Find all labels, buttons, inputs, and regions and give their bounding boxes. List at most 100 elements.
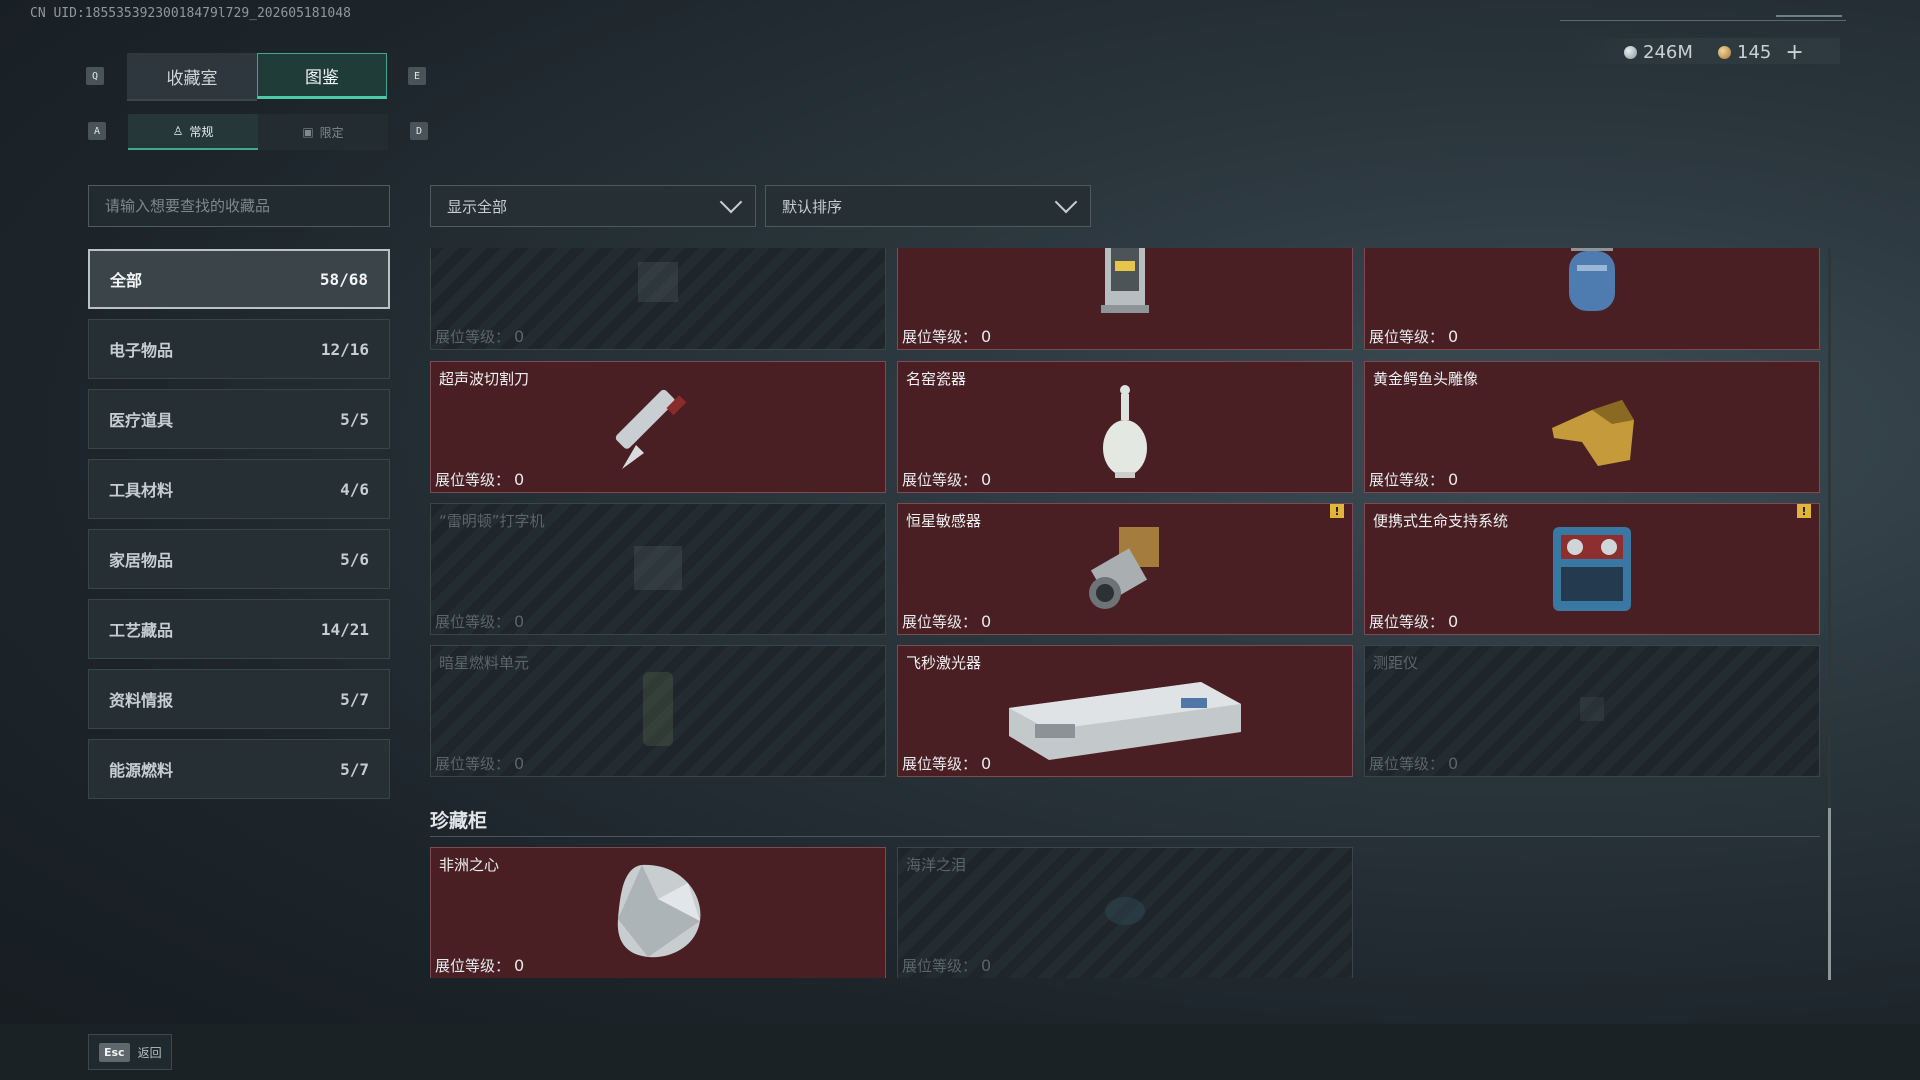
top-indicator xyxy=(1776,15,1842,17)
filter-dropdown[interactable]: 显示全部 xyxy=(430,185,756,227)
limited-icon: ▣ xyxy=(302,125,314,139)
collection-card[interactable]: 恒星敏感器 ! 展位等级： 0 xyxy=(897,503,1353,635)
level-text: 展位等级： 0 xyxy=(1369,326,1458,347)
subtab-limited-label: 限定 xyxy=(319,125,344,140)
subtab-limited[interactable]: ▣ 限定 xyxy=(258,114,388,150)
category-intel[interactable]: 资料情报 5/7 xyxy=(88,669,390,729)
collection-card[interactable]: 名窑瓷器 展位等级： 0 xyxy=(897,361,1353,493)
level-label: 展位等级： xyxy=(902,613,978,631)
item-name: 非洲之心 xyxy=(439,856,500,874)
cutting-knife-icon xyxy=(608,375,708,479)
level-label: 展位等级： xyxy=(435,957,511,975)
category-count: 5/7 xyxy=(340,689,369,709)
level-label: 展位等级： xyxy=(435,755,511,773)
silver-currency: 246M xyxy=(1624,40,1693,64)
subtab-regular[interactable]: ♙ 常规 xyxy=(128,114,258,150)
category-count: 12/16 xyxy=(320,339,369,359)
level-label: 展位等级： xyxy=(1369,328,1445,346)
level-text: 展位等级： 0 xyxy=(902,753,991,774)
typewriter-icon xyxy=(628,532,688,606)
search-input[interactable] xyxy=(103,196,375,216)
chevron-down-icon xyxy=(719,190,743,214)
level-label: 展位等级： xyxy=(1369,755,1445,773)
item-name: “雷明顿”打字机 xyxy=(439,512,545,530)
category-count: 5/7 xyxy=(340,759,369,779)
level-value: 0 xyxy=(981,956,992,975)
item-name: 便携式生命支持系统 xyxy=(1373,512,1509,530)
level-text: 展位等级： 0 xyxy=(902,611,991,632)
gas-canister-icon xyxy=(1557,248,1627,321)
category-count: 4/6 xyxy=(340,479,369,499)
level-value: 0 xyxy=(981,612,992,631)
item-name: 海洋之泪 xyxy=(906,856,967,874)
level-value: 0 xyxy=(981,470,992,489)
silver-amount: 246M xyxy=(1643,41,1693,63)
rangefinder-icon xyxy=(1572,689,1612,733)
section-divider xyxy=(430,836,1820,837)
sort-dropdown[interactable]: 默认排序 xyxy=(765,185,1091,227)
collection-card[interactable]: 非洲之心 展位等级： 0 xyxy=(430,847,886,978)
add-currency-button[interactable]: + xyxy=(1785,40,1803,65)
tab-codex[interactable]: 图鉴 xyxy=(257,53,387,99)
collection-card[interactable]: 展位等级： 0 xyxy=(430,248,886,350)
laser-device-icon xyxy=(1005,674,1245,768)
level-text: 展位等级： 0 xyxy=(435,611,524,632)
key-hint-q: Q xyxy=(86,67,104,85)
category-household[interactable]: 家居物品 5/6 xyxy=(88,529,390,589)
level-label: 展位等级： xyxy=(435,471,511,489)
item-name: 黄金鳄鱼头雕像 xyxy=(1373,370,1479,388)
category-medical[interactable]: 医疗道具 5/5 xyxy=(88,389,390,449)
diamond-icon xyxy=(608,859,708,967)
level-text: 展位等级： 0 xyxy=(1369,753,1458,774)
filter-value: 显示全部 xyxy=(447,197,508,216)
level-value: 0 xyxy=(514,754,525,773)
level-value: 0 xyxy=(1448,470,1459,489)
category-electronics[interactable]: 电子物品 12/16 xyxy=(88,319,390,379)
footer-bar xyxy=(0,1024,1920,1080)
category-tools[interactable]: 工具材料 4/6 xyxy=(88,459,390,519)
level-value: 0 xyxy=(981,327,992,346)
collection-card[interactable]: 暗星燃料单元 展位等级： 0 xyxy=(430,645,886,777)
item-name: 名窑瓷器 xyxy=(906,370,967,388)
gem-icon xyxy=(1100,886,1150,940)
search-box[interactable] xyxy=(88,185,390,227)
collection-card[interactable]: 飞秒激光器 展位等级： 0 xyxy=(897,645,1353,777)
category-count: 58/68 xyxy=(319,269,368,289)
collection-card[interactable]: 海洋之泪 展位等级： 0 xyxy=(897,847,1353,978)
collection-card[interactable]: 展位等级： 0 xyxy=(897,248,1353,350)
level-text: 展位等级： 0 xyxy=(902,955,991,976)
category-crafts[interactable]: 工艺藏品 14/21 xyxy=(88,599,390,659)
regular-icon: ♙ xyxy=(172,124,184,138)
level-text: 展位等级： 0 xyxy=(435,955,524,976)
category-label: 工具材料 xyxy=(109,481,174,500)
collection-card[interactable]: 便携式生命支持系统 ! 展位等级： 0 xyxy=(1364,503,1820,635)
category-label: 医疗道具 xyxy=(109,411,174,430)
collection-card[interactable]: 展位等级： 0 xyxy=(1364,248,1820,350)
level-text: 展位等级： 0 xyxy=(435,753,524,774)
level-label: 展位等级： xyxy=(902,755,978,773)
collection-card[interactable]: “雷明顿”打字机 展位等级： 0 xyxy=(430,503,886,635)
back-label: 返回 xyxy=(137,1045,162,1060)
level-value: 0 xyxy=(1448,327,1459,346)
key-hint-d: D xyxy=(410,122,428,140)
key-hint-e: E xyxy=(408,67,426,85)
level-value: 0 xyxy=(1448,612,1459,631)
collection-card[interactable]: 超声波切割刀 展位等级： 0 xyxy=(430,361,886,493)
level-text: 展位等级： 0 xyxy=(1369,611,1458,632)
scrollbar-thumb[interactable] xyxy=(1828,808,1831,980)
sort-value: 默认排序 xyxy=(782,197,843,216)
level-text: 展位等级： 0 xyxy=(435,469,524,490)
chevron-down-icon xyxy=(1054,190,1078,214)
category-all[interactable]: 全部 58/68 xyxy=(88,249,390,309)
warning-icon: ! xyxy=(1797,504,1811,518)
life-support-icon xyxy=(1547,517,1637,621)
level-text: 展位等级： 0 xyxy=(902,326,991,347)
tab-collection-room[interactable]: 收藏室 xyxy=(127,53,257,101)
top-divider xyxy=(1560,20,1846,21)
back-button[interactable]: Esc 返回 xyxy=(88,1034,172,1070)
treasure-cabinet-title: 珍藏柜 xyxy=(430,810,488,832)
category-fuel[interactable]: 能源燃料 5/7 xyxy=(88,739,390,799)
collection-card[interactable]: 黄金鳄鱼头雕像 展位等级： 0 xyxy=(1364,361,1820,493)
level-label: 展位等级： xyxy=(902,957,978,975)
collection-card[interactable]: 测距仪 展位等级： 0 xyxy=(1364,645,1820,777)
